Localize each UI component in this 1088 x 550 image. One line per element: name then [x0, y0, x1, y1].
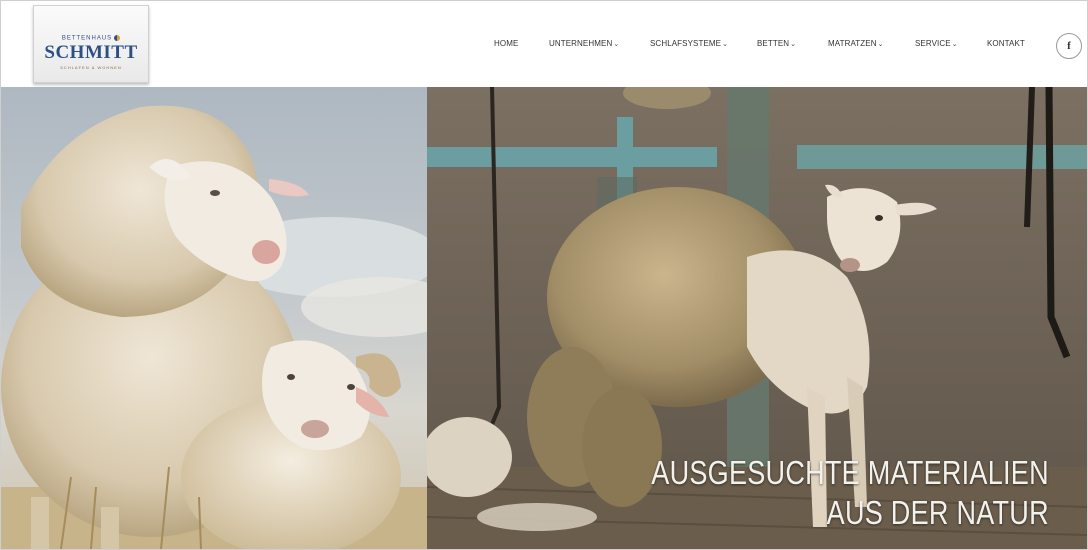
nav-label: SERVICE: [915, 39, 951, 48]
hero-headline-line1: AUSGESUCHTE MATERIALIEN: [651, 454, 1049, 491]
nav-item-schlafsysteme[interactable]: SCHLAFSYSTEME⌄: [650, 39, 728, 48]
chevron-down-icon: ⌄: [613, 41, 620, 48]
chevron-down-icon: ⌄: [790, 41, 797, 48]
facebook-icon: f: [1067, 40, 1071, 52]
page: BETTENHAUS SCHMITT SCHLAFEN & WOHNEN HOM…: [0, 0, 1088, 550]
nav-item-matratzen[interactable]: MATRATZEN⌄: [828, 39, 884, 48]
nav-label: KONTAKT: [987, 39, 1025, 48]
nav-label: MATRATZEN: [828, 39, 877, 48]
nav-item-service[interactable]: SERVICE⌄: [915, 39, 958, 48]
nav-item-unternehmen[interactable]: UNTERNEHMEN⌄: [549, 39, 619, 48]
site-header: BETTENHAUS SCHMITT SCHLAFEN & WOHNEN HOM…: [1, 1, 1087, 87]
logo-sub-text: SCHLAFEN & WOHNEN: [60, 65, 122, 70]
nav-label: UNTERNEHMEN: [549, 39, 613, 48]
hero-headline: AUSGESUCHTE MATERIALIEN AUS DER NATUR: [651, 453, 1049, 533]
nav-item-betten[interactable]: BETTEN⌄: [757, 39, 796, 48]
nav-label: HOME: [494, 39, 519, 48]
nav-label: BETTEN: [757, 39, 790, 48]
hero-headline-line2: AUS DER NATUR: [826, 494, 1049, 531]
facebook-button[interactable]: f: [1056, 33, 1082, 59]
chevron-down-icon: ⌄: [722, 41, 729, 48]
chevron-down-icon: ⌄: [877, 41, 884, 48]
hero-banner: AUSGESUCHTE MATERIALIEN AUS DER NATUR: [1, 87, 1087, 549]
nav-item-home[interactable]: HOME: [494, 39, 518, 48]
chevron-down-icon: ⌄: [951, 41, 958, 48]
nav-item-kontakt[interactable]: KONTAKT: [987, 39, 1025, 48]
nav-label: SCHLAFSYSTEME: [650, 39, 722, 48]
sheep-field-illustration: [1, 105, 427, 549]
main-navigation: HOME UNTERNEHMEN⌄ SCHLAFSYSTEME⌄ BETTEN⌄…: [1, 39, 1087, 53]
hero-image-sheep-field: [1, 87, 427, 549]
